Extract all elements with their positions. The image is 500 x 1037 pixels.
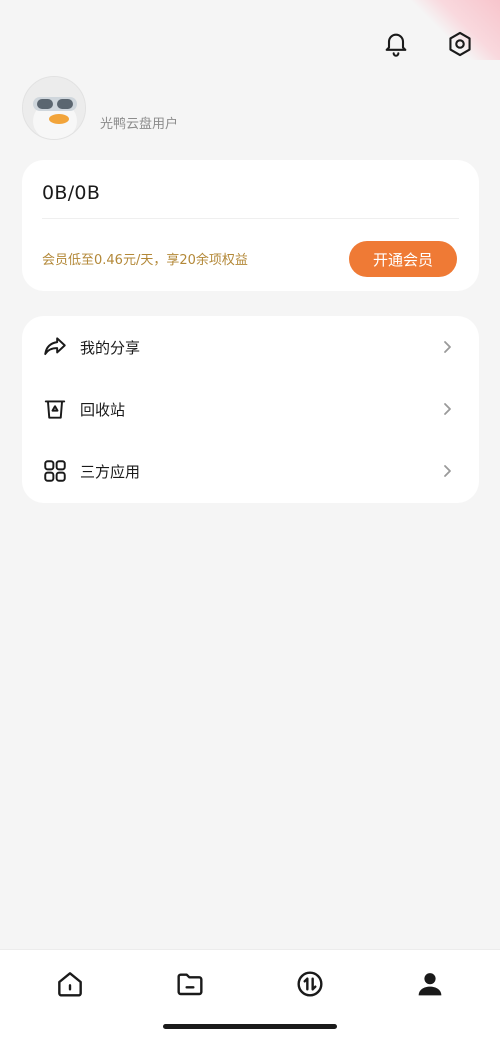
recycle-bin-icon [42, 396, 68, 422]
menu-item-third-party-apps[interactable]: 三方应用 [22, 440, 479, 502]
home-indicator [163, 1024, 337, 1029]
divider [42, 218, 459, 219]
chevron-right-icon [439, 339, 455, 355]
open-vip-button[interactable]: 开通会员 [349, 241, 457, 277]
profile-header[interactable]: 光鸭云盘用户 [22, 76, 178, 140]
share-icon [42, 334, 68, 360]
menu-item-label: 我的分享 [80, 338, 141, 357]
header-actions [380, 28, 476, 60]
chevron-right-icon [439, 463, 455, 479]
tab-profile[interactable] [412, 966, 448, 1002]
menu-item-label: 回收站 [80, 400, 126, 419]
transfer-icon [297, 971, 323, 997]
chevron-right-icon [439, 401, 455, 417]
username: 光鸭云盘用户 [100, 117, 179, 132]
menu-card: 我的分享 回收站 三方应用 [22, 316, 479, 503]
settings-icon[interactable] [444, 28, 476, 60]
profile-page: 光鸭云盘用户 0B/0B 会员低至0.46元/天，享20余项权益 开通会员 我的… [0, 0, 500, 1037]
grid-apps-icon [42, 458, 68, 484]
bell-icon[interactable] [380, 28, 412, 60]
storage-card: 0B/0B 会员低至0.46元/天，享20余项权益 开通会员 [22, 160, 479, 291]
menu-item-label: 三方应用 [80, 462, 141, 481]
menu-item-recycle-bin[interactable]: 回收站 [22, 378, 479, 440]
profile-icon [418, 973, 442, 996]
membership-promo: 会员低至0.46元/天，享20余项权益 [42, 253, 248, 268]
bottom-tab-bar [0, 949, 500, 1037]
menu-item-my-share[interactable]: 我的分享 [22, 316, 479, 378]
tab-home[interactable] [52, 966, 88, 1002]
tab-files[interactable] [172, 966, 208, 1002]
folder-icon [177, 973, 203, 996]
tab-transfer[interactable] [292, 966, 328, 1002]
storage-usage: 0B/0B [42, 182, 101, 204]
home-icon [58, 972, 82, 997]
avatar[interactable] [22, 76, 86, 140]
